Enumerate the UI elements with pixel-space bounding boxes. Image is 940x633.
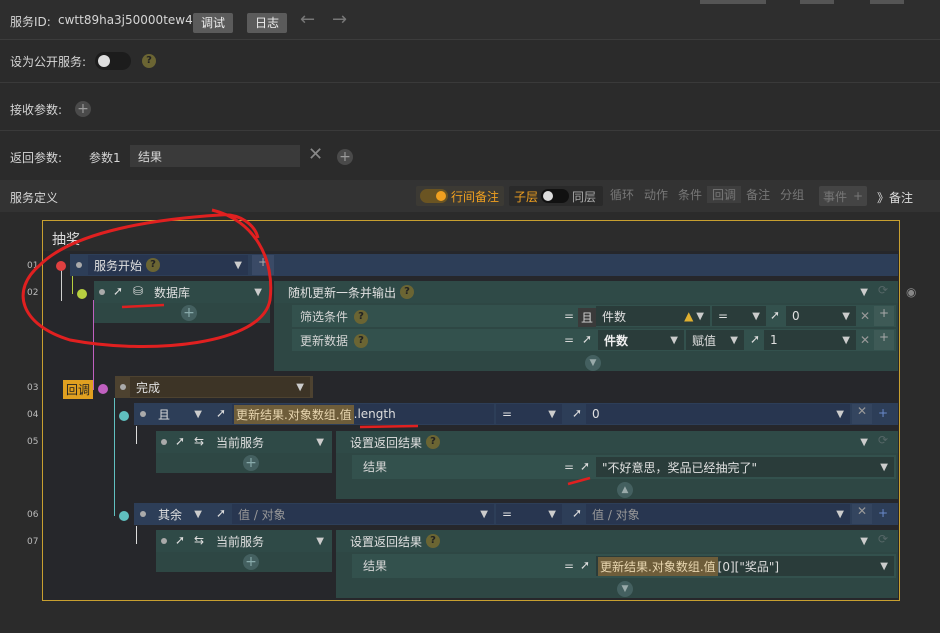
annotation-underline bbox=[121, 303, 165, 309]
annotation-overlay bbox=[21, 208, 591, 486]
annotation-circle bbox=[21, 208, 273, 348]
annotation-underline bbox=[359, 424, 419, 429]
annotation-underline bbox=[567, 476, 591, 486]
